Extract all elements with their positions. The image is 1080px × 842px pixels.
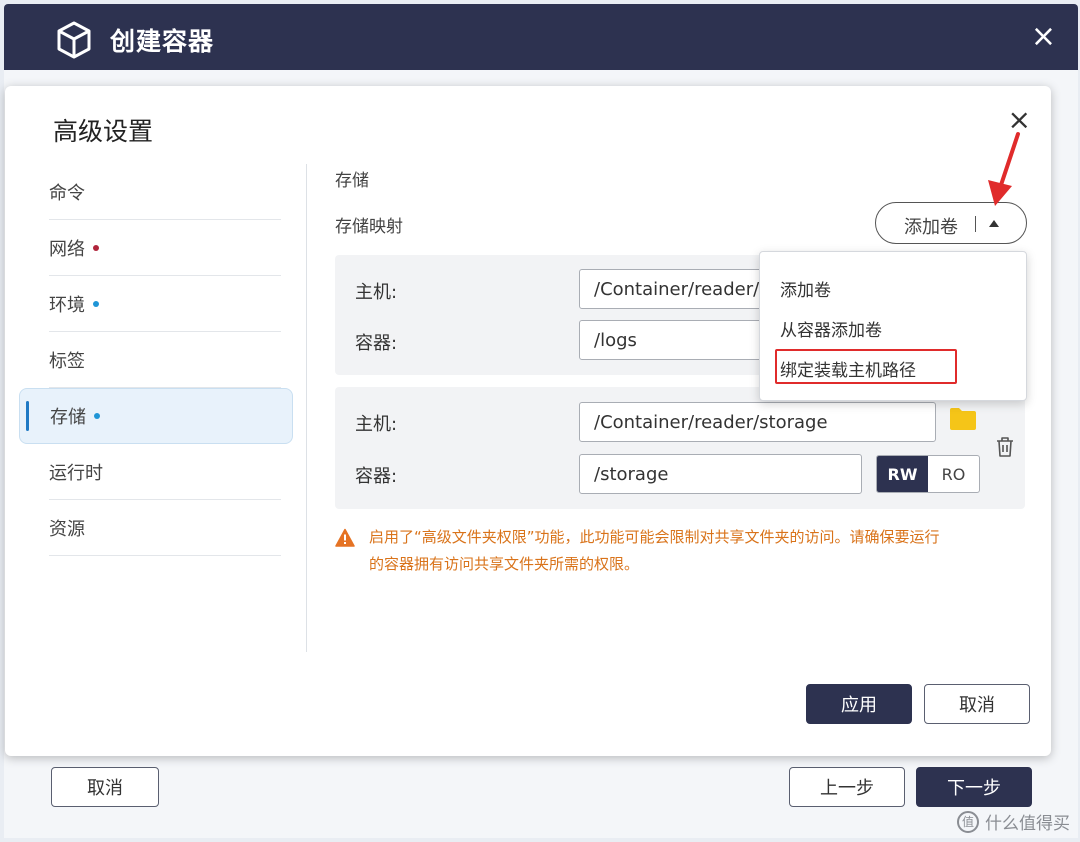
storage-mapping-row: 主机: /Container/reader/storage 容器: /stora… [335,387,1025,509]
access-mode-toggle: RW RO [876,455,980,493]
permission-warning: 启用了“高级文件夹权限”功能，此功能可能会限制对共享文件夹的访问。请确保要运行 … [335,524,1035,578]
nav-item-environment[interactable]: 环境 [19,276,293,332]
container-path-input[interactable]: /storage [579,454,862,494]
nav-divider [306,164,307,652]
window-close-icon[interactable]: × [1031,22,1056,52]
menu-item-add-volume[interactable]: 添加卷 [780,276,831,301]
trash-icon[interactable] [995,436,1015,458]
nav-item-label: 标签 [49,351,85,372]
wizard-cancel-button[interactable]: 取消 [51,767,159,807]
nav-item-storage[interactable]: 存储 [19,388,293,444]
modal-title: 高级设置 [53,117,154,146]
nav-item-labels[interactable]: 标签 [19,332,293,388]
window-header: 创建容器 × [4,4,1078,70]
caret-up-icon[interactable] [989,220,999,227]
storage-section-title: 存储 [335,171,369,191]
status-dot [93,301,99,307]
nav-item-command[interactable]: 命令 [19,164,293,220]
add-volume-button[interactable]: 添加卷 [904,213,958,239]
modal-cancel-button[interactable]: 取消 [924,684,1030,724]
container-label: 容器: [355,333,398,354]
storage-mapping-title: 存储映射 [335,217,403,237]
watermark: 值 什么值得买 [957,809,1070,834]
host-label: 主机: [355,414,398,435]
status-dot [94,413,100,419]
split-divider [975,216,976,232]
mode-rw-button[interactable]: RW [877,456,928,492]
wizard-prev-button[interactable]: 上一步 [789,767,905,807]
status-dot [93,245,99,251]
nav-item-network[interactable]: 网络 [19,220,293,276]
annotation-arrow-icon [988,132,1020,206]
host-path-input[interactable]: /Container/reader/storage [579,402,936,442]
nav-item-resources[interactable]: 资源 [19,500,293,556]
add-volume-dropdown: 添加卷 从容器添加卷 绑定装载主机路径 [759,251,1027,401]
warning-icon [335,528,355,547]
advanced-settings-modal: 高级设置 × 命令 网络 环境 标签 存储 运行时 资源 存储 存储映射 添加卷… [5,86,1051,756]
folder-icon[interactable] [949,407,977,431]
nav-item-label: 环境 [49,295,85,316]
watermark-logo-icon: 值 [957,810,979,833]
warning-text-line2: 的容器拥有访问共享文件夹所需的权限。 [369,555,640,573]
nav-item-label: 网络 [49,239,85,260]
apply-button[interactable]: 应用 [806,684,912,724]
container-label: 容器: [355,466,398,487]
container-cube-icon [57,21,91,59]
window-title: 创建容器 [110,27,215,56]
menu-item-add-volume-from-container[interactable]: 从容器添加卷 [780,316,882,341]
nav-item-label: 资源 [49,519,85,540]
warning-text-line1: 启用了“高级文件夹权限”功能，此功能可能会限制对共享文件夹的访问。请确保要运行 [369,528,940,546]
mode-ro-button[interactable]: RO [928,456,979,492]
settings-nav: 命令 网络 环境 标签 存储 运行时 资源 [19,164,293,556]
wizard-next-button[interactable]: 下一步 [916,767,1032,807]
annotation-highlight-box [775,349,957,384]
nav-item-label: 存储 [50,407,86,428]
host-label: 主机: [355,282,398,303]
nav-item-runtime[interactable]: 运行时 [19,444,293,500]
watermark-text: 什么值得买 [985,814,1070,834]
nav-item-label: 命令 [49,183,85,204]
nav-item-label: 运行时 [49,463,103,484]
